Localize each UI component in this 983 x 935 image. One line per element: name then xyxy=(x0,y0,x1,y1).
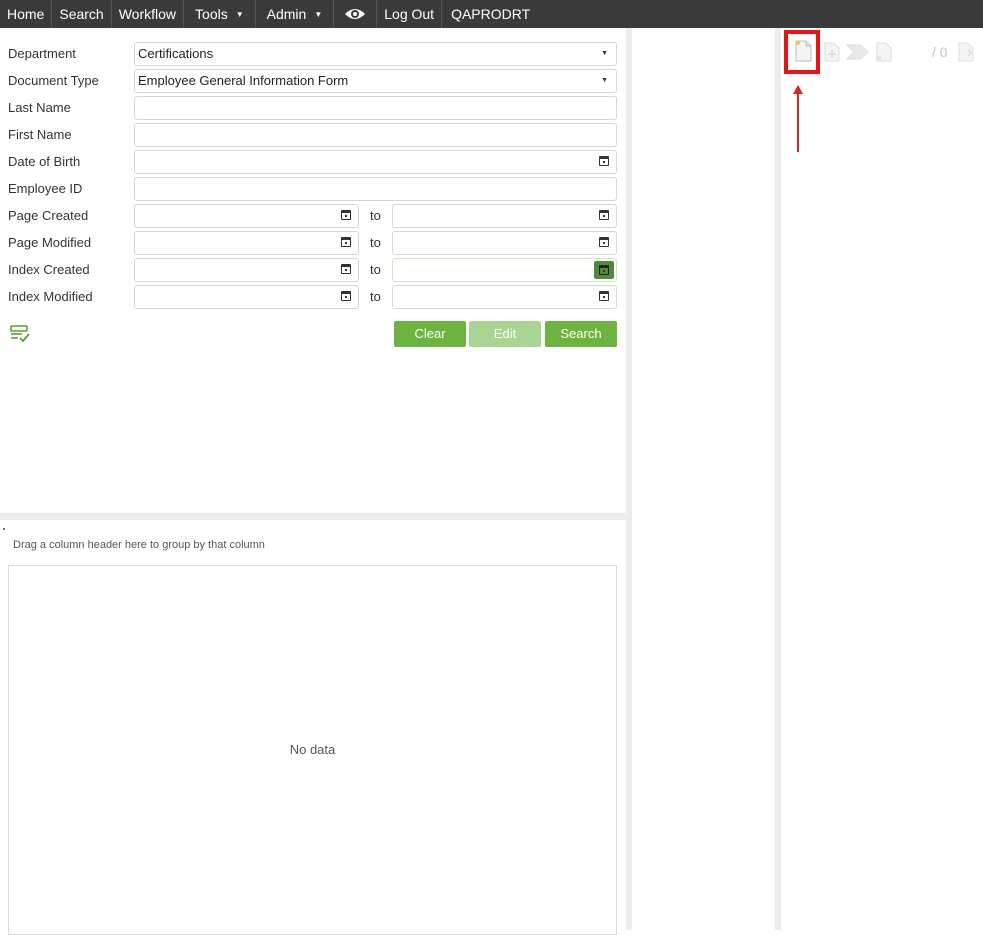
edit-button[interactable]: Edit xyxy=(469,321,541,347)
range-to-label: to xyxy=(370,235,381,250)
document-type-label: Document Type xyxy=(8,73,99,88)
nav-admin-label: Admin xyxy=(266,6,307,22)
nav-admin[interactable]: Admin ▼ xyxy=(256,0,335,28)
search-button[interactable]: Search xyxy=(545,321,617,347)
calendar-icon[interactable] xyxy=(341,210,351,220)
index-created-to-input[interactable] xyxy=(392,258,617,282)
calendar-icon[interactable] xyxy=(599,237,609,247)
calendar-icon[interactable] xyxy=(599,291,609,301)
top-nav: Home Search Workflow Tools ▼ Admin ▼ Log… xyxy=(0,0,983,28)
calendar-icon[interactable] xyxy=(341,237,351,247)
calendar-icon[interactable] xyxy=(599,156,609,166)
annotation-arrow xyxy=(797,92,799,152)
last-page-icon[interactable] xyxy=(956,42,976,62)
department-label: Department xyxy=(8,46,76,61)
eye-icon[interactable] xyxy=(334,0,378,28)
chevron-down-icon: ▼ xyxy=(314,9,323,19)
page-icon[interactable] xyxy=(874,42,894,62)
calendar-button[interactable] xyxy=(594,261,614,279)
page-count: / 0 xyxy=(932,44,948,60)
eye-icon-graphic xyxy=(345,9,366,19)
chevron-down-icon: ▼ xyxy=(235,9,244,19)
last-name-label: Last Name xyxy=(8,100,71,115)
nav-search[interactable]: Search xyxy=(52,0,112,28)
user-name: QAPRODRT xyxy=(451,6,531,22)
no-data-message: No data xyxy=(289,742,336,757)
dob-input[interactable] xyxy=(134,150,617,174)
results-grid[interactable]: No data xyxy=(8,565,617,935)
page-created-from-input[interactable] xyxy=(134,204,359,228)
department-select[interactable]: Certifications ▼ xyxy=(134,42,617,66)
index-modified-label: Index Modified xyxy=(8,289,93,304)
range-to-label: to xyxy=(370,289,381,304)
employee-id-input[interactable] xyxy=(134,177,617,201)
nav-workflow[interactable]: Workflow xyxy=(112,0,185,28)
last-name-input[interactable] xyxy=(134,96,617,120)
department-value: Certifications xyxy=(138,46,214,61)
index-created-from-input[interactable] xyxy=(134,258,359,282)
page-modified-from-input[interactable] xyxy=(134,231,359,255)
highlight-box xyxy=(784,30,820,74)
first-name-label: First Name xyxy=(8,127,72,142)
nav-tools-label: Tools xyxy=(195,6,228,22)
chevron-down-icon: ▼ xyxy=(601,50,608,57)
index-modified-from-input[interactable] xyxy=(134,285,359,309)
clear-button[interactable]: Clear xyxy=(394,321,466,347)
nav-tools[interactable]: Tools ▼ xyxy=(184,0,256,28)
nav-home[interactable]: Home xyxy=(0,0,53,28)
calendar-icon[interactable] xyxy=(599,210,609,220)
document-type-value: Employee General Information Form xyxy=(138,73,349,88)
index-modified-to-input[interactable] xyxy=(392,285,617,309)
dob-label: Date of Birth xyxy=(8,154,81,169)
range-to-label: to xyxy=(370,262,381,277)
group-panel-hint: Drag a column header here to group by th… xyxy=(13,539,265,551)
chevron-down-icon: ▼ xyxy=(601,77,608,84)
page-created-to-input[interactable] xyxy=(392,204,617,228)
calendar-icon xyxy=(599,265,609,275)
document-viewer-pane xyxy=(781,28,983,930)
add-page-icon[interactable] xyxy=(822,42,842,62)
splitter-dot xyxy=(3,528,5,530)
middle-pane xyxy=(632,28,775,930)
calendar-icon[interactable] xyxy=(341,291,351,301)
document-type-select[interactable]: Employee General Information Form ▼ xyxy=(134,69,617,93)
forward-icon[interactable] xyxy=(846,42,870,62)
range-to-label: to xyxy=(370,208,381,223)
calendar-icon[interactable] xyxy=(341,264,351,274)
nav-logout[interactable]: Log Out xyxy=(377,0,443,28)
page-created-label: Page Created xyxy=(8,208,89,223)
saved-search-icon[interactable] xyxy=(10,325,30,343)
index-created-label: Index Created xyxy=(8,262,90,277)
employee-id-label: Employee ID xyxy=(8,181,83,196)
first-name-input[interactable] xyxy=(134,123,617,147)
page-modified-to-input[interactable] xyxy=(392,231,617,255)
page-modified-label: Page Modified xyxy=(8,235,92,250)
horizontal-splitter[interactable] xyxy=(0,513,626,520)
